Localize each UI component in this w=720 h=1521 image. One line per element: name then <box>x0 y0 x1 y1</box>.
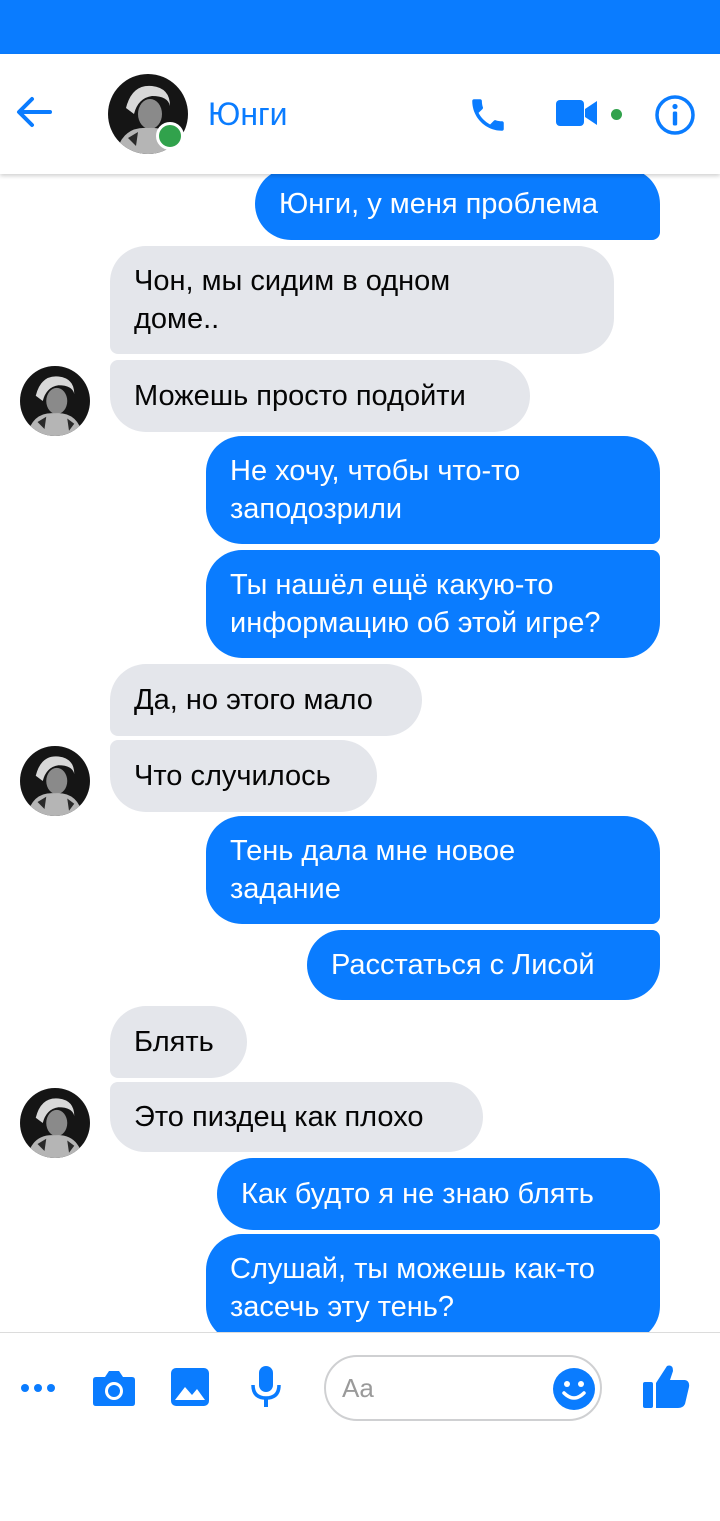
contact-avatar[interactable] <box>20 366 90 436</box>
message-outgoing[interactable]: Тень дала мне новое задание <box>206 816 660 924</box>
video-camera-icon[interactable] <box>556 98 598 128</box>
message-input-placeholder: Aa <box>342 1373 374 1403</box>
contact-avatar[interactable] <box>20 746 90 816</box>
message-outgoing[interactable]: Расстаться с Лисой <box>307 930 660 1000</box>
message-composer: Aa <box>0 1332 720 1521</box>
back-arrow-icon[interactable] <box>14 92 54 132</box>
message-incoming[interactable]: Это пиздец как плохо <box>110 1082 483 1152</box>
contact-name[interactable]: Юнги <box>208 96 288 133</box>
emoji-icon[interactable] <box>552 1367 596 1411</box>
message-outgoing[interactable]: Не хочу, чтобы что-то заподозрили <box>206 436 660 544</box>
message-outgoing[interactable]: Слушай, ты можешь как-то засечь эту тень… <box>206 1234 660 1332</box>
message-outgoing[interactable]: Ты нашёл ещё какую-то информацию об этой… <box>206 550 660 658</box>
online-status-dot <box>156 122 184 150</box>
message-incoming[interactable]: Блять <box>110 1006 247 1078</box>
message-incoming[interactable]: Да, но этого мало <box>110 664 422 736</box>
message-incoming[interactable]: Чон, мы сидим в одном доме.. <box>110 246 614 354</box>
more-icon[interactable] <box>20 1378 56 1398</box>
message-outgoing[interactable]: Юнги, у меня проблема <box>255 174 660 240</box>
microphone-icon[interactable] <box>250 1365 282 1409</box>
message-list[interactable]: Юнги, у меня проблема Чон, мы сидим в од… <box>0 174 720 1332</box>
camera-icon[interactable] <box>92 1367 136 1407</box>
phone-icon[interactable] <box>467 94 509 136</box>
status-bar <box>0 0 720 54</box>
chat-header: Юнги <box>0 54 720 174</box>
message-incoming[interactable]: Можешь просто подойти <box>110 360 530 432</box>
message-input[interactable]: Aa <box>324 1355 602 1421</box>
thumbs-up-icon[interactable] <box>642 1363 690 1409</box>
contact-avatar[interactable] <box>20 1088 90 1158</box>
info-icon[interactable] <box>654 94 696 136</box>
video-active-dot <box>611 109 622 120</box>
message-outgoing[interactable]: Как будто я не знаю блять <box>217 1158 660 1230</box>
image-icon[interactable] <box>170 1367 210 1407</box>
message-incoming[interactable]: Что случилось <box>110 740 377 812</box>
